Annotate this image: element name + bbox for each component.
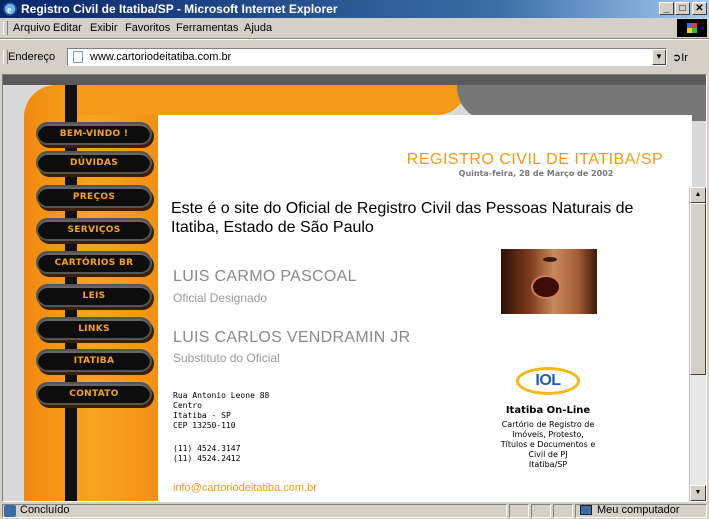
- frame-scrollbar[interactable]: ▲ ▼: [689, 187, 706, 501]
- phone-block: (11) 4524.3147 (11) 4524.2412: [173, 444, 240, 464]
- nav-leis[interactable]: LEIS: [36, 284, 152, 307]
- nav-links[interactable]: LINKS: [36, 317, 152, 340]
- nav-label: LEIS: [82, 290, 106, 301]
- page-date: Quinta-feira, 28 de Março de 2002: [458, 169, 614, 178]
- page-title: REGISTRO CIVIL DE ITATIBA/SP: [406, 151, 664, 168]
- menu-arquivo[interactable]: Arquivo: [13, 22, 50, 34]
- address-label: Endereço: [8, 51, 56, 63]
- partner-title: Itatiba On-Line: [505, 405, 591, 416]
- status-pane: [553, 504, 573, 518]
- windows-flag-icon: [687, 23, 697, 33]
- nav-label: CARTÓRIOS BR: [54, 257, 134, 268]
- phone-number: (11) 4524.3147: [173, 444, 241, 453]
- menu-bar: Arquivo Editar Exibir Favoritos Ferramen…: [0, 18, 709, 39]
- security-zone: Meu computador: [597, 504, 680, 516]
- menu-ajuda[interactable]: Ajuda: [244, 22, 272, 34]
- internet-explorer-icon: e: [3, 2, 17, 16]
- nav-label: PREÇOS: [72, 191, 116, 202]
- status-pane-main: [2, 504, 507, 518]
- menu-ferramentas[interactable]: Ferramentas: [176, 22, 238, 34]
- go-label: Ir: [681, 52, 688, 64]
- main-content: REGISTRO CIVIL DE ITATIBA/SP Quinta-feir…: [158, 115, 692, 501]
- scroll-down-arrow-icon[interactable]: ▼: [690, 485, 706, 501]
- header-bar: [3, 75, 706, 85]
- nav-servicos[interactable]: SERVIÇOS: [36, 218, 152, 241]
- page-icon: [73, 51, 83, 63]
- photo-eye: [543, 257, 557, 262]
- window-titlebar: e Registro Civil de Itatiba/SP - Microso…: [0, 0, 709, 18]
- top-orange-band: [77, 85, 467, 115]
- nav-label: LINKS: [78, 323, 110, 334]
- nav-label: SERVIÇOS: [67, 224, 121, 235]
- nav-label: ITATIBA: [73, 355, 115, 366]
- maximize-button[interactable]: □: [675, 2, 690, 15]
- address-line: CEP 13250-110: [173, 421, 236, 430]
- substitute-name: LUIS CARLOS VENDRAMIN JR: [173, 329, 411, 346]
- scroll-up-arrow-icon[interactable]: ▲: [690, 187, 706, 203]
- menu-editar[interactable]: Editar: [53, 22, 82, 34]
- iol-logo[interactable]: IOL: [516, 367, 580, 395]
- status-pane: [509, 504, 529, 518]
- substitute-role: Substituto do Oficial: [173, 351, 280, 365]
- partner-line: Itatiba/SP: [528, 460, 568, 469]
- menu-exibir[interactable]: Exibir: [90, 22, 118, 34]
- svg-text:e: e: [7, 5, 12, 16]
- partner-description: Cartório de Registro de Imóveis, Protest…: [458, 420, 638, 470]
- nav-label: DÚVIDAS: [69, 157, 119, 168]
- nav-duvidas[interactable]: DÚVIDAS: [36, 151, 152, 174]
- go-arrow-icon: ➲: [672, 52, 682, 64]
- partner-line: Cartório de Registro de: [501, 420, 595, 429]
- status-text: Concluído: [20, 504, 70, 516]
- address-bar: Endereço www.cartoriodeitatiba.com.br ▼ …: [0, 39, 709, 74]
- nav-precos[interactable]: PREÇOS: [36, 185, 152, 208]
- scroll-thumb[interactable]: [690, 203, 706, 375]
- address-line: Centro: [173, 401, 202, 410]
- partner-line: Civil de PJ: [528, 450, 568, 459]
- status-pane: [531, 504, 551, 518]
- toolbar-grip: [3, 21, 8, 35]
- partner-line: Imóveis, Protesto,: [512, 430, 584, 439]
- status-bar: Concluído Meu computador: [0, 503, 709, 519]
- address-line: Rua Antonio Leone 88: [173, 391, 270, 400]
- nav-contato[interactable]: CONTATO: [36, 382, 152, 405]
- email-link[interactable]: info@cartoriodeitatiba.com.br: [173, 482, 317, 494]
- address-block: Rua Antonio Leone 88 Centro Itatiba - SP…: [173, 391, 269, 431]
- nav-bem-vindo[interactable]: BEM-VINDO !: [36, 122, 152, 145]
- nav-itatiba[interactable]: ITATIBA: [36, 349, 152, 372]
- intro-text: Este é o site do Oficial de Registro Civ…: [171, 200, 634, 236]
- phone-number: (11) 4524.2412: [173, 454, 241, 463]
- address-line: Itatiba - SP: [173, 411, 231, 420]
- page-done-icon: [4, 505, 16, 517]
- photo-mouth: [531, 275, 561, 299]
- address-dropdown-button[interactable]: ▼: [652, 49, 666, 65]
- go-button[interactable]: ➲Ir: [672, 51, 688, 64]
- address-url[interactable]: www.cartoriodeitatiba.com.br: [90, 51, 231, 63]
- address-input[interactable]: www.cartoriodeitatiba.com.br: [67, 48, 667, 66]
- menu-favoritos[interactable]: Favoritos: [125, 22, 170, 34]
- official-name: LUIS CARMO PASCOAL: [173, 268, 357, 285]
- page-viewport: REGISTRO CIVIL DE ITATIBA/SP Quinta-feir…: [2, 74, 707, 502]
- close-button[interactable]: ✕: [692, 2, 707, 15]
- my-computer-icon: [580, 505, 592, 515]
- nav-label: BEM-VINDO !: [59, 128, 129, 139]
- window-title: Registro Civil de Itatiba/SP - Microsoft…: [21, 2, 338, 16]
- nav-cartorios-br[interactable]: CARTÓRIOS BR: [36, 251, 152, 274]
- minimize-button[interactable]: _: [659, 2, 674, 15]
- face-photo: [501, 249, 597, 314]
- nav-label: CONTATO: [69, 388, 119, 399]
- windows-logo-throbber: [677, 19, 707, 37]
- partner-line: Títulos e Documentos e: [500, 440, 596, 449]
- iol-logo-text: IOL: [535, 372, 561, 389]
- official-role: Oficial Designado: [173, 291, 268, 305]
